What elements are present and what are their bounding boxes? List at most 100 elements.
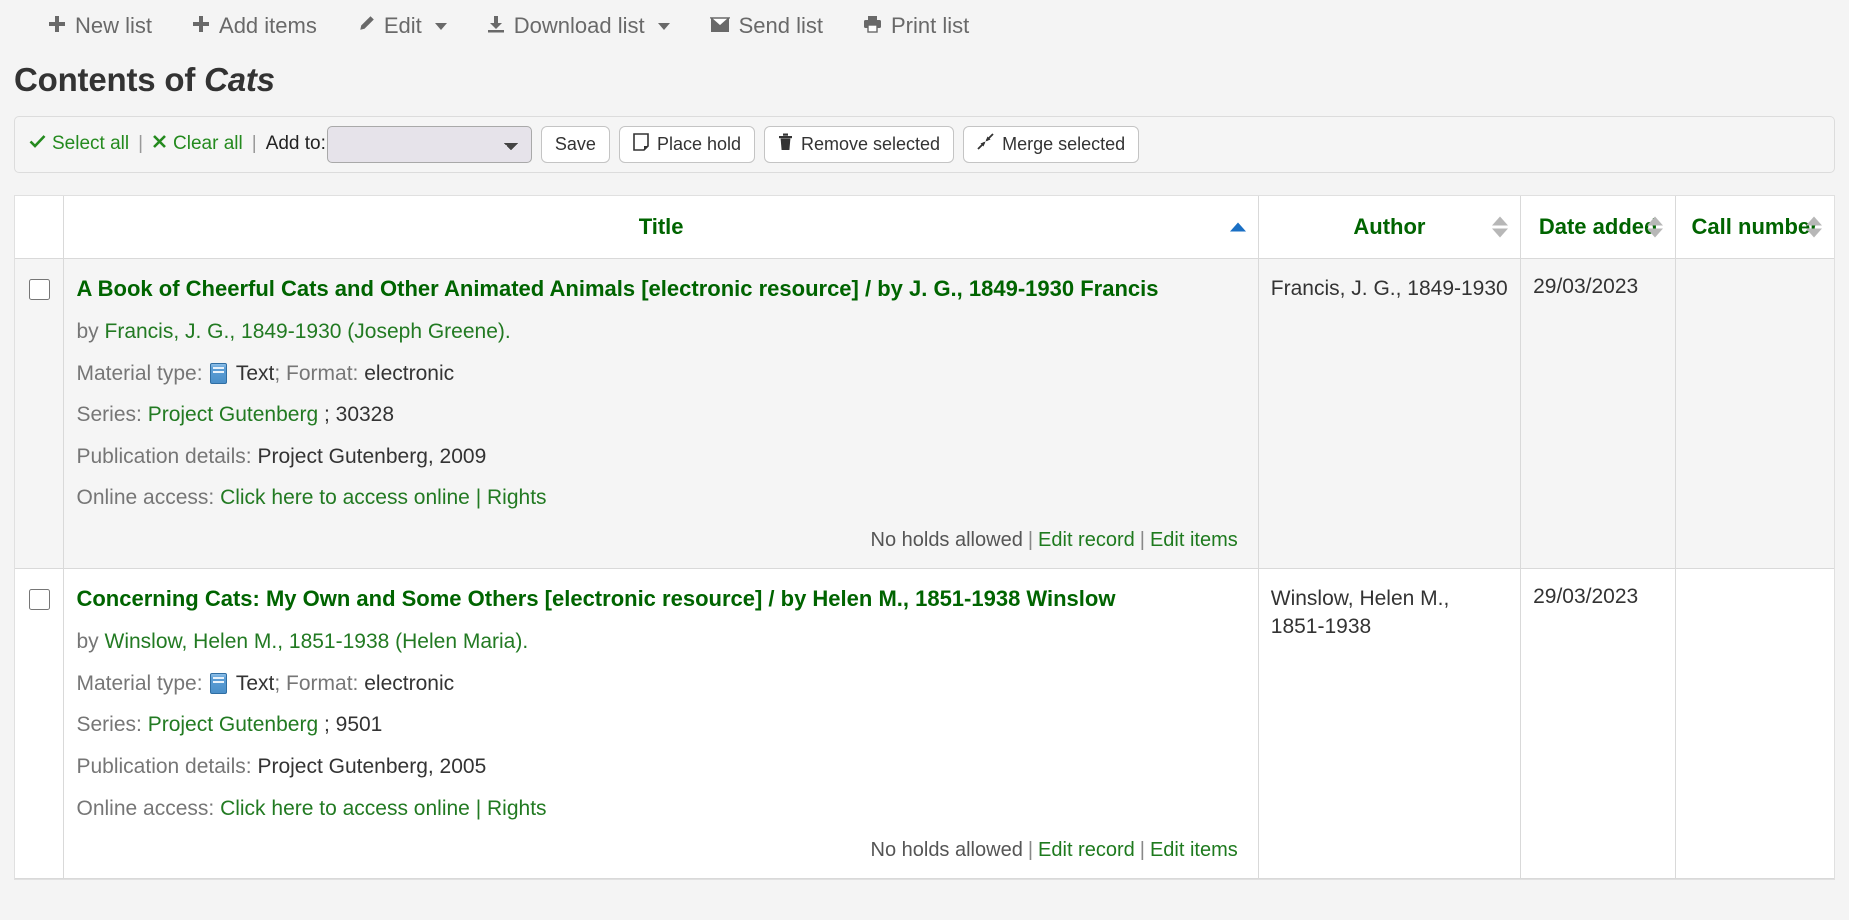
online-access-separator: | (476, 486, 481, 509)
publication-value: Project Gutenberg, 2009 (257, 445, 486, 468)
action-divider: | (1140, 529, 1145, 551)
row-call-number-cell (1676, 258, 1834, 568)
series-label: Series: (76, 403, 141, 426)
table-row: A Book of Cheerful Cats and Other Animat… (15, 258, 1834, 568)
add-items-button[interactable]: Add items (172, 9, 337, 43)
record-series-line: Series: Project Gutenberg ; 9501 (76, 709, 1245, 742)
record-author-link[interactable]: Francis, J. G., 1849-1930 (Joseph Greene… (105, 320, 511, 343)
online-access-link[interactable]: Click here to access online (220, 797, 470, 820)
column-header-call-number[interactable]: Call number (1676, 196, 1834, 259)
check-icon (29, 133, 46, 155)
rights-link[interactable]: Rights (487, 797, 547, 820)
new-list-button[interactable]: New list (28, 9, 172, 43)
book-icon (210, 363, 227, 384)
column-header-date-added[interactable]: Date added (1521, 196, 1676, 259)
series-link[interactable]: Project Gutenberg (148, 403, 318, 426)
remove-selected-label: Remove selected (801, 134, 940, 155)
author-value: Winslow, Helen M., 1851-1938 (1271, 585, 1508, 642)
by-prefix: by (76, 320, 104, 343)
send-list-button[interactable]: Send list (690, 9, 843, 43)
edit-record-link[interactable]: Edit record (1038, 839, 1135, 861)
date-added-value: 29/03/2023 (1533, 275, 1663, 299)
format-label: ; Format: (274, 362, 358, 385)
select-all-link[interactable]: Select all (29, 133, 129, 155)
record-online-access-line: Online access: Click here to access onli… (76, 482, 1245, 515)
save-label: Save (555, 134, 596, 155)
record-title-link[interactable]: A Book of Cheerful Cats and Other Animat… (76, 275, 1245, 303)
table-head: Title Author Date ad (15, 196, 1834, 259)
list-contents-table: Title Author Date ad (15, 196, 1834, 879)
series-number: ; 9501 (324, 713, 382, 736)
record-actions: No holds allowed|Edit record|Edit items (76, 839, 1245, 862)
download-list-button[interactable]: Download list (467, 9, 690, 43)
format-value: electronic (364, 672, 454, 695)
sort-asc-icon (1230, 222, 1246, 231)
publication-label: Publication details: (76, 755, 251, 778)
column-header-author[interactable]: Author (1258, 196, 1520, 259)
material-type-label: Material type: (76, 362, 202, 385)
list-actions-toolbar: New list Add items Edit Download list (0, 0, 1849, 52)
merge-selected-label: Merge selected (1002, 134, 1125, 155)
publication-value: Project Gutenberg, 2005 (257, 755, 486, 778)
material-type-value: Text (236, 672, 275, 695)
row-select-checkbox[interactable] (29, 589, 50, 610)
clear-all-label: Clear all (173, 133, 243, 155)
sort-indicator-author[interactable] (1492, 216, 1508, 237)
holds-status: No holds allowed (871, 529, 1023, 551)
rights-link[interactable]: Rights (487, 486, 547, 509)
edit-items-link[interactable]: Edit items (1150, 839, 1238, 861)
by-prefix: by (76, 630, 104, 653)
sort-desc-icon (1806, 228, 1822, 237)
row-date-added-cell: 29/03/2023 (1521, 568, 1676, 878)
record-author-link[interactable]: Winslow, Helen M., 1851-1938 (Helen Mari… (105, 630, 529, 653)
column-header-title[interactable]: Title (64, 196, 1258, 259)
merge-selected-button[interactable]: Merge selected (963, 126, 1139, 163)
sort-indicator-title[interactable] (1230, 222, 1246, 231)
row-select-checkbox[interactable] (29, 279, 50, 300)
remove-selected-button[interactable]: Remove selected (764, 126, 954, 163)
page-title: Contents of Cats (14, 60, 1849, 100)
merge-arrows-icon (977, 133, 994, 155)
row-call-number-cell (1676, 568, 1834, 878)
series-link[interactable]: Project Gutenberg (148, 713, 318, 736)
action-divider: | (1028, 529, 1033, 551)
print-list-label: Print list (891, 15, 969, 37)
record-title-link[interactable]: Concerning Cats: My Own and Some Others … (76, 585, 1245, 613)
column-header-author-label: Author (1353, 214, 1425, 239)
date-added-value: 29/03/2023 (1533, 585, 1663, 609)
sort-indicator-date-added[interactable] (1647, 216, 1663, 237)
add-to-label: Add to: (266, 133, 326, 155)
place-hold-label: Place hold (657, 134, 741, 155)
sort-desc-icon (1492, 228, 1508, 237)
column-header-date-added-label: Date added (1539, 214, 1658, 239)
edit-record-link[interactable]: Edit record (1038, 529, 1135, 551)
clear-all-link[interactable]: Clear all (152, 133, 243, 155)
action-divider: | (1140, 839, 1145, 861)
sort-indicator-call-number[interactable] (1806, 216, 1822, 237)
print-list-button[interactable]: Print list (843, 9, 989, 43)
sort-asc-icon (1647, 216, 1663, 225)
page-title-prefix: Contents of (14, 61, 204, 98)
download-list-label: Download list (514, 15, 645, 37)
record-publication-line: Publication details: Project Gutenberg, … (76, 441, 1245, 474)
add-to-list-select[interactable] (327, 126, 532, 163)
plus-icon (48, 15, 66, 37)
edit-label: Edit (384, 15, 422, 37)
plus-icon (192, 15, 210, 37)
record-author-line: by Francis, J. G., 1849-1930 (Joseph Gre… (76, 316, 1245, 349)
column-header-title-label: Title (639, 214, 684, 239)
selection-toolbar: Select all | Clear all | Add to: Save Pl… (14, 116, 1835, 173)
online-access-link[interactable]: Click here to access online (220, 486, 470, 509)
edit-items-link[interactable]: Edit items (1150, 529, 1238, 551)
column-header-checkbox (15, 196, 64, 259)
record-online-access-line: Online access: Click here to access onli… (76, 793, 1245, 826)
place-hold-button[interactable]: Place hold (619, 126, 755, 163)
send-list-label: Send list (739, 15, 823, 37)
trash-icon (778, 133, 793, 156)
record-material-type-line: Material type: Text; Format: electronic (76, 358, 1245, 391)
table-body: A Book of Cheerful Cats and Other Animat… (15, 258, 1834, 878)
close-icon (152, 133, 167, 155)
save-button[interactable]: Save (541, 126, 610, 163)
edit-dropdown-button[interactable]: Edit (337, 9, 467, 43)
download-icon (487, 15, 505, 37)
